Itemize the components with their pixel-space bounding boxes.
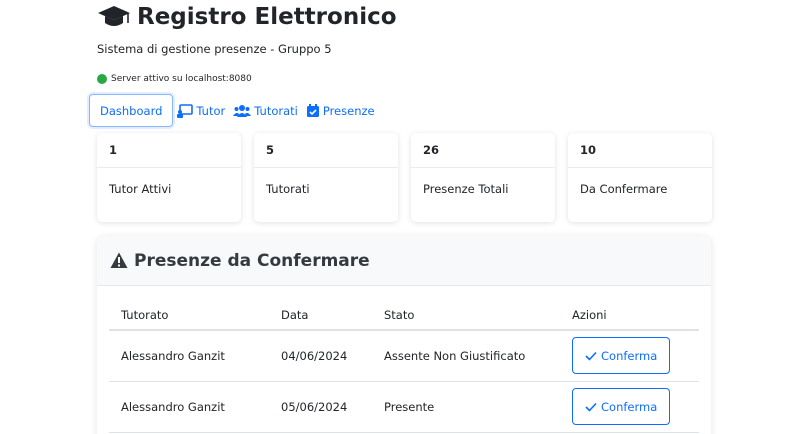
nav-presenze[interactable]: Presenze: [302, 94, 379, 127]
confirm-button-label: Conferma: [601, 348, 658, 363]
nav-tutor-label: Tutor: [196, 103, 226, 118]
column-header: Azioni: [560, 300, 699, 331]
cell-data: 05/06/2024: [269, 381, 372, 433]
table-header-row: Tutorato Data Stato Azioni: [109, 300, 699, 331]
stat-value: 1: [97, 133, 241, 168]
column-header: Stato: [372, 300, 560, 331]
confirm-button-label: Conferma: [601, 399, 658, 414]
cell-azioni: Conferma: [560, 381, 699, 433]
pending-attendance-panel: Presenze da Confermare Tutorato Data Sta…: [97, 236, 711, 434]
stat-value: 10: [568, 133, 712, 168]
page-title-text: Registro Elettronico: [137, 4, 397, 30]
stat-card-da-confermare: 10 Da Confermare: [568, 133, 712, 222]
cell-stato: Assente Non Giustificato: [372, 330, 560, 382]
column-header: Tutorato: [109, 300, 269, 331]
cell-stato: Presente: [372, 381, 560, 433]
calendar-check-icon: [306, 103, 320, 118]
users-icon: [233, 104, 252, 118]
nav-tutorati-label: Tutorati: [254, 103, 298, 118]
cell-tutorato: Alessandro Ganzit: [109, 330, 269, 382]
table-row: Alessandro Ganzit 04/06/2024 Assente Non…: [109, 330, 699, 382]
confirm-button[interactable]: Conferma: [572, 388, 671, 425]
stat-label: Tutorati: [266, 182, 310, 196]
status-dot-icon: [97, 74, 107, 84]
pending-table: Tutorato Data Stato Azioni Alessandro Ga…: [109, 300, 699, 433]
nav-dashboard-label: Dashboard: [100, 103, 163, 118]
panel-title: Presenze da Confermare: [134, 250, 370, 271]
stat-label: Da Confermare: [580, 182, 668, 196]
stat-card-tutor-attivi: 1 Tutor Attivi: [97, 133, 241, 222]
warning-icon: [110, 252, 128, 269]
cell-tutorato: Alessandro Ganzit: [109, 381, 269, 433]
cell-azioni: Conferma: [560, 330, 699, 382]
stat-value: 26: [411, 133, 555, 168]
graduation-cap-icon: [97, 3, 131, 31]
stat-label: Presenze Totali: [423, 182, 509, 196]
nav-tutor[interactable]: Tutor: [173, 94, 229, 127]
panel-header: Presenze da Confermare: [97, 236, 711, 286]
stat-card-tutorati: 5 Tutorati: [254, 133, 398, 222]
nav-dashboard[interactable]: Dashboard: [89, 94, 174, 127]
cell-data: 04/06/2024: [269, 330, 372, 382]
check-icon: [585, 402, 597, 412]
nav-presenze-label: Presenze: [322, 103, 375, 118]
table-row: Alessandro Ganzit 05/06/2024 Presente Co…: [109, 381, 699, 433]
nav-tutorati[interactable]: Tutorati: [229, 94, 302, 127]
confirm-button[interactable]: Conferma: [572, 337, 671, 375]
page-subtitle: Sistema di gestione presenze - Gruppo 5: [97, 42, 332, 56]
server-status: Server attivo su localhost:8080: [97, 74, 252, 84]
main-nav: Dashboard Tutor Tutorati Presenze: [89, 94, 379, 127]
check-icon: [585, 351, 597, 361]
column-header: Data: [269, 300, 372, 331]
stat-value: 5: [254, 133, 398, 168]
page-title: Registro Elettronico: [97, 2, 397, 32]
server-status-text: Server attivo su localhost:8080: [111, 74, 252, 84]
stat-card-presenze-totali: 26 Presenze Totali: [411, 133, 555, 222]
stat-label: Tutor Attivi: [109, 182, 172, 196]
stats-row: 1 Tutor Attivi 5 Tutorati 26 Presenze To…: [97, 133, 712, 222]
chalkboard-icon: [177, 103, 194, 118]
